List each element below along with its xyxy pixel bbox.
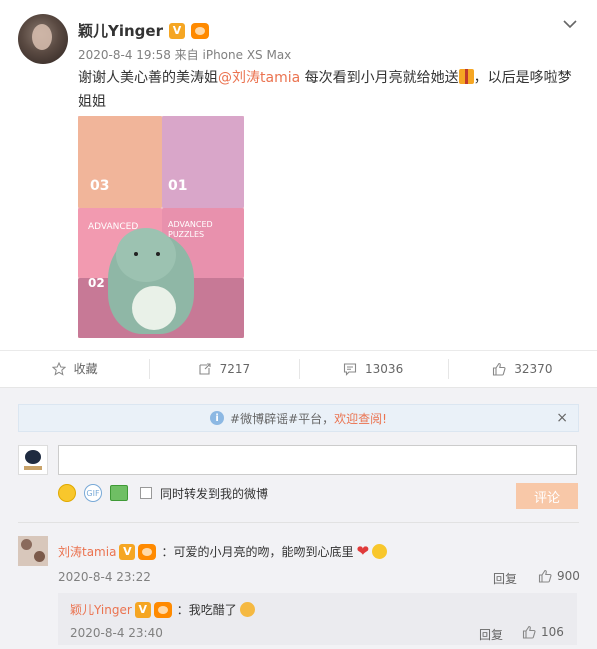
commenter-avatar[interactable]	[18, 536, 48, 566]
post-text-part: 谢谢人美心善的美涛姐	[78, 70, 218, 86]
plush-eye	[156, 252, 160, 256]
repost-icon	[199, 362, 211, 375]
comment-like-button[interactable]: 900	[538, 569, 580, 583]
comment-icon	[343, 362, 357, 376]
rumor-notice-banner: i #微博辟谣#平台， 欢迎查阅! ×	[18, 404, 579, 432]
comment-line: 刘涛tamia V ：可爱的小月亮的吻，能吻到心底里 ❤	[58, 542, 388, 560]
like-button[interactable]: 32370	[447, 351, 597, 386]
reply-line: 颖儿Yinger V ：我吃醋了	[70, 601, 255, 618]
reply-button[interactable]: 回复	[493, 570, 517, 587]
favorite-button[interactable]: 收藏	[0, 351, 149, 386]
favorite-label: 收藏	[73, 362, 98, 376]
emoji-icon[interactable]	[58, 484, 76, 502]
plush-eye	[134, 252, 138, 256]
comment-like-count: 900	[557, 569, 580, 583]
reply-author[interactable]: 颖儿Yinger	[70, 601, 132, 618]
thumbs-up-icon	[538, 569, 552, 583]
notice-text: #微博辟谣#平台，	[230, 411, 335, 426]
comment-toolbar: GIF 同时转发到我的微博	[58, 484, 268, 502]
author-name[interactable]: 颖儿Yinger	[78, 20, 163, 41]
comment-author[interactable]: 刘涛tamia	[58, 543, 116, 560]
box-label: 03	[90, 178, 110, 194]
author-row: 颖儿Yinger V	[78, 20, 209, 41]
box-label: ADVANCED PUZZLES	[168, 220, 213, 239]
post-text: 谢谢人美心善的美涛姐@刘涛tamia 每次看到小月亮就给她送 ，以后是哆啦梦姐姐	[78, 66, 578, 114]
image-upload-icon[interactable]	[110, 485, 128, 501]
reply-time: 2020-8-4 23:40	[70, 626, 163, 640]
fan-badge-icon	[191, 22, 209, 39]
info-icon: i	[210, 411, 225, 425]
plush-dinosaur-belly	[132, 286, 176, 330]
sulk-emoji-icon	[239, 602, 255, 617]
weibo-post: 颖儿Yinger V 2020-8-4 19:58 来自 iPhone XS M…	[0, 0, 597, 350]
mention-link[interactable]: @刘涛tamia	[218, 70, 300, 86]
repost-checkbox-label: 同时转发到我的微博	[160, 486, 269, 501]
action-bar: 收藏 7217 13036 32370	[0, 350, 597, 386]
fan-badge-icon	[153, 601, 172, 618]
post-meta: 2020-8-4 19:58 来自 iPhone XS Max	[78, 48, 292, 62]
puzzle-box	[78, 116, 162, 208]
close-icon[interactable]: ×	[556, 410, 568, 426]
post-text-part: 每次看到小月亮就给她送	[300, 70, 459, 86]
current-user-avatar[interactable]	[18, 445, 48, 475]
repost-button[interactable]: 7217	[149, 351, 298, 386]
plush-dinosaur-head	[116, 228, 176, 282]
gif-icon[interactable]: GIF	[84, 484, 102, 502]
verified-badge-icon: V	[169, 22, 185, 39]
heart-icon: ❤	[356, 542, 370, 560]
comment-count: 13036	[365, 361, 404, 376]
hug-emoji-icon	[372, 544, 388, 559]
puzzle-box	[162, 116, 244, 208]
comment-button[interactable]: 13036	[298, 351, 448, 386]
reply-text: ：我吃醋了	[176, 603, 237, 617]
repost-checkbox[interactable]	[140, 487, 152, 499]
verified-badge-icon: V	[134, 601, 151, 618]
divider	[18, 522, 579, 523]
reply-like-count: 106	[541, 625, 564, 639]
thumbs-up-icon	[493, 362, 506, 376]
comment-input[interactable]	[58, 445, 577, 475]
like-count: 32370	[514, 361, 553, 376]
reply-thread: 颖儿Yinger V ：我吃醋了 2020-8-4 23:40 回复 106	[58, 593, 577, 645]
notice-link[interactable]: 欢迎查阅!	[334, 410, 387, 427]
gift-icon	[458, 69, 474, 84]
submit-comment-button[interactable]: 评论	[516, 483, 578, 509]
comment-time: 2020-8-4 23:22	[58, 570, 151, 584]
comment-text: ：可爱的小月亮的吻，能吻到心底里	[161, 545, 354, 559]
chevron-down-icon[interactable]	[562, 16, 578, 32]
verified-badge-icon: V	[119, 543, 136, 560]
box-label: 01	[168, 178, 188, 194]
star-icon	[51, 361, 66, 376]
reply-like-button[interactable]: 106	[522, 625, 564, 639]
author-avatar[interactable]	[18, 14, 68, 64]
post-photo[interactable]: 03 01 ADVANCED ADVANCED PUZZLES 02	[78, 116, 244, 338]
repost-count: 7217	[219, 361, 251, 376]
box-label: 02	[88, 276, 105, 290]
comment-section: i #微博辟谣#平台， 欢迎查阅! × GIF 同时转发到我的微博 评论 刘涛ta…	[0, 387, 597, 649]
fan-badge-icon	[138, 543, 157, 560]
reply-button[interactable]: 回复	[479, 626, 503, 643]
thumbs-up-icon	[522, 625, 536, 639]
